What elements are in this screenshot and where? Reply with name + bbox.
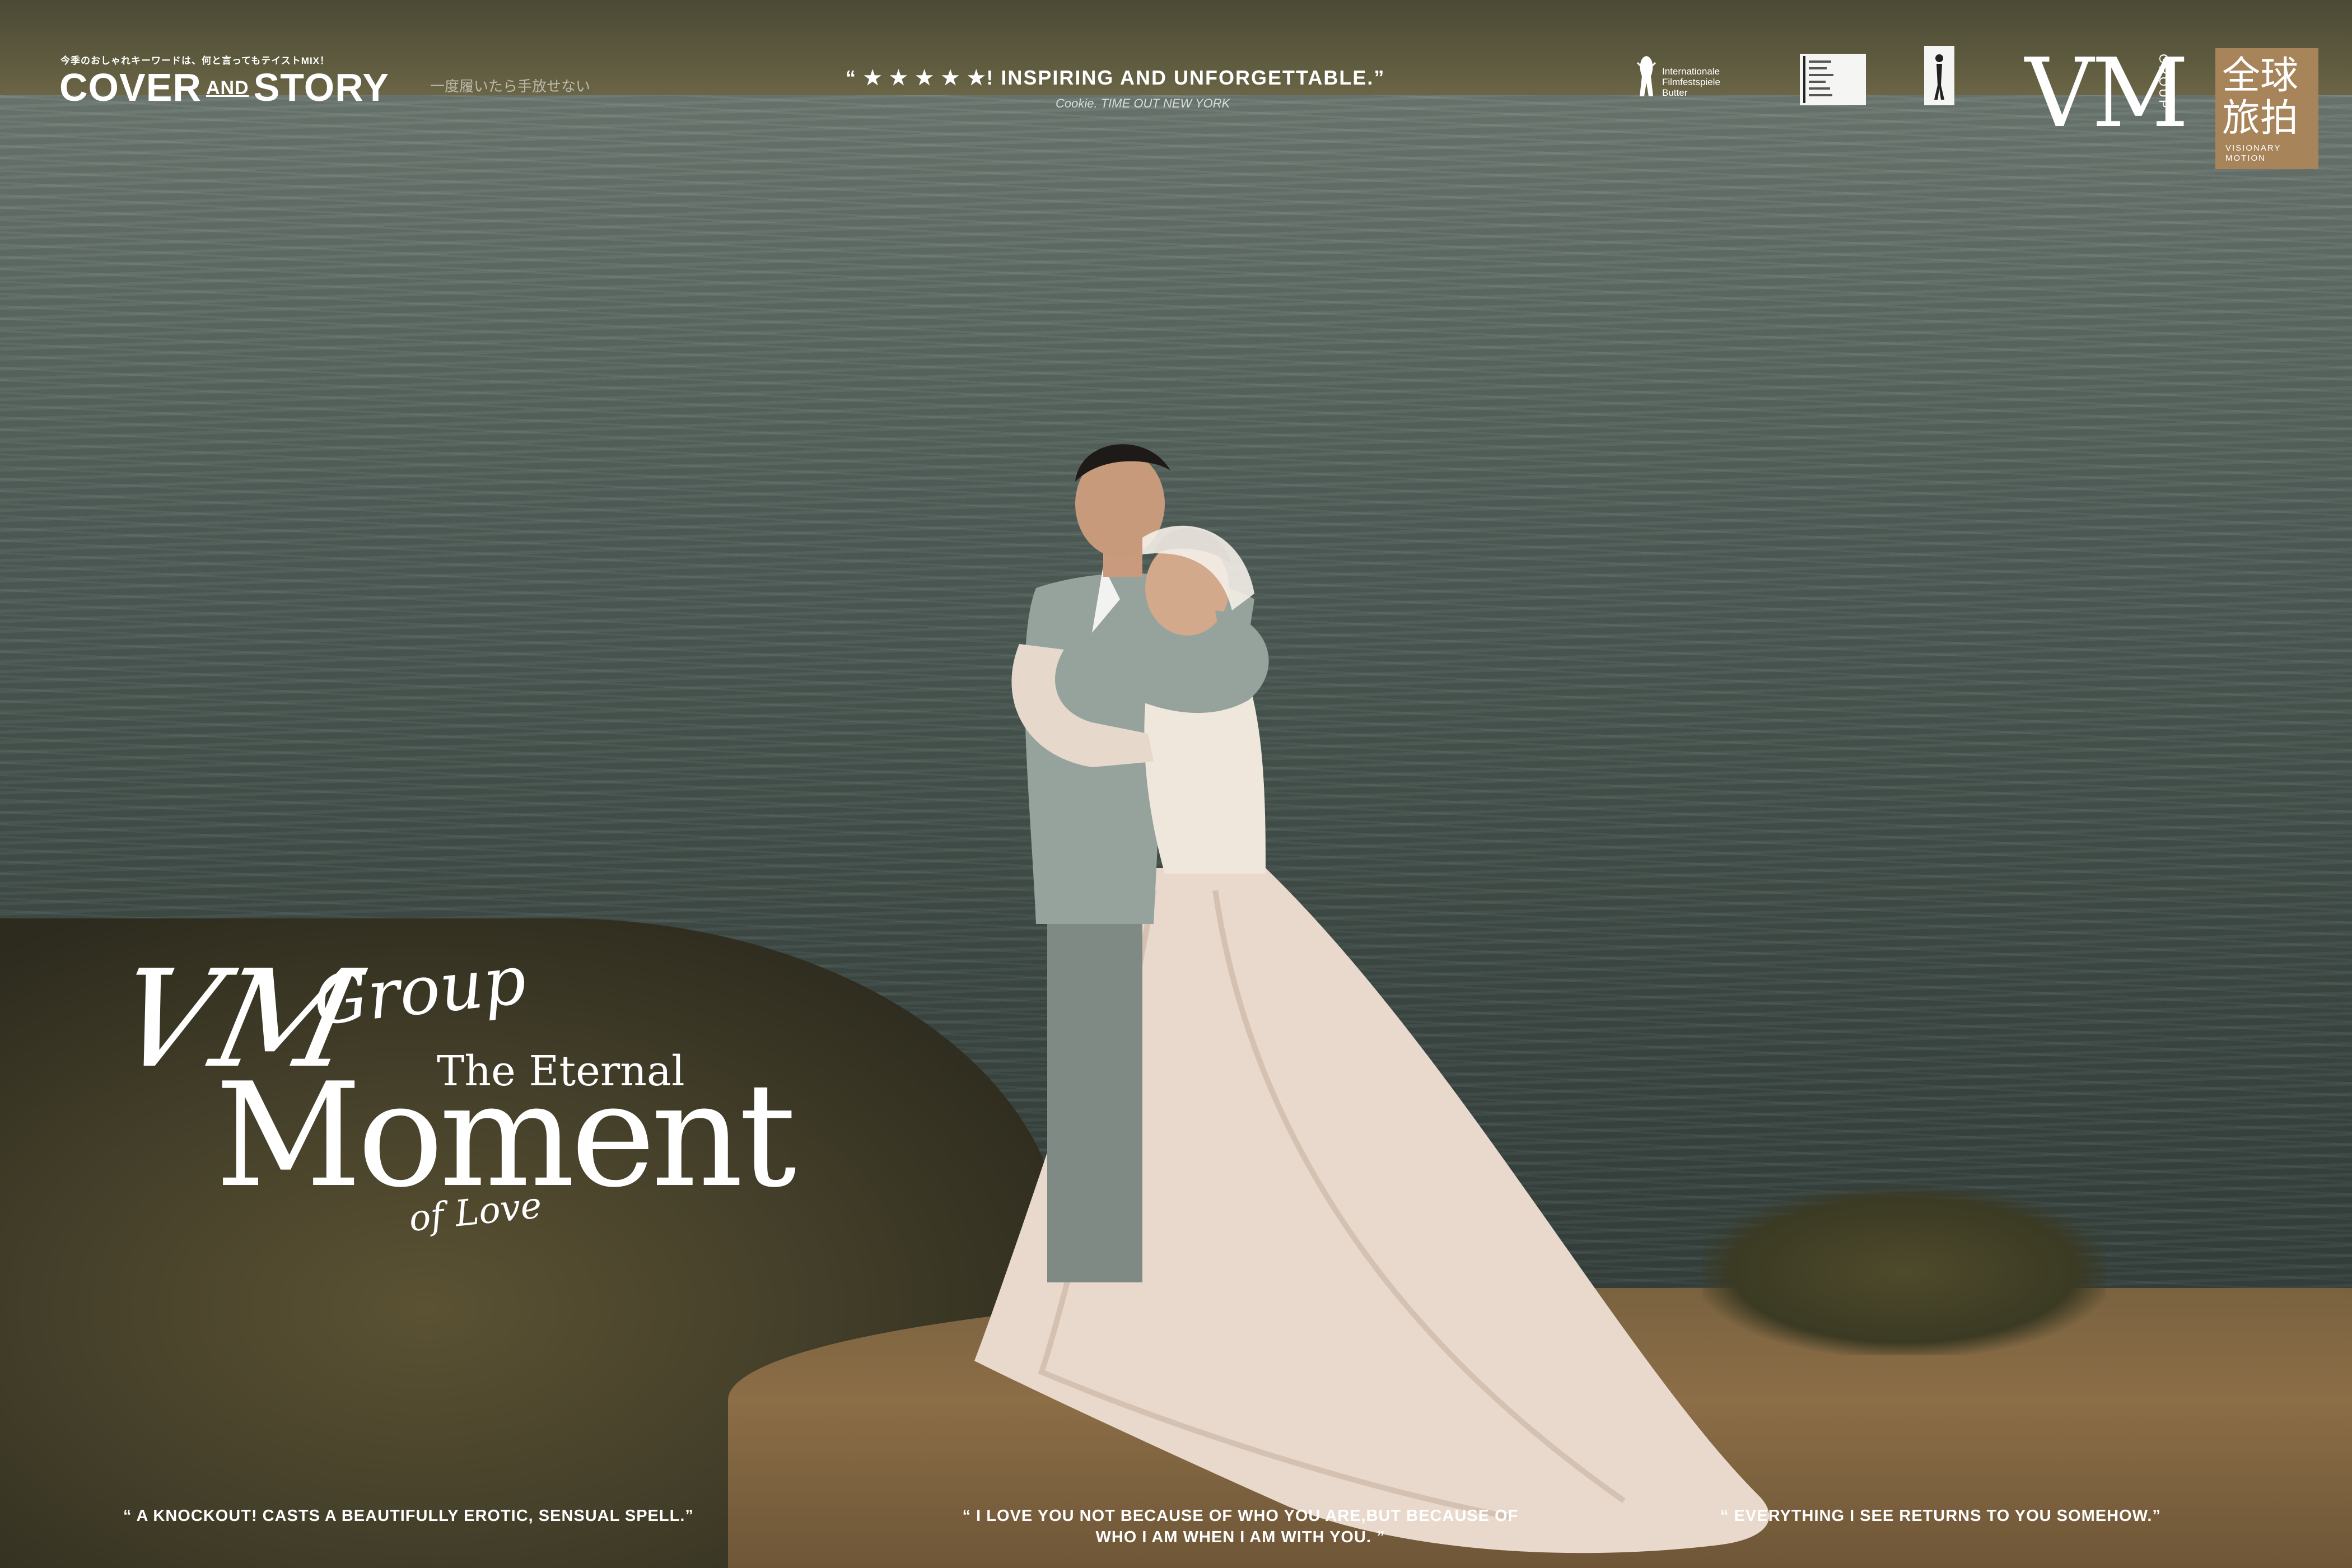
review-credit: Cookie. TIME OUT NEW YORK [1056,96,1230,110]
festival-line: Butter [1662,87,1688,98]
header-subtitle: 一度履いたら手放せない [430,78,591,95]
bottom-quote-center: “ I LOVE YOU NOT BECAUSE OF WHO YOU ARE,… [924,1505,1557,1548]
festival-line: Filmfestspiele [1662,77,1720,87]
vm-logo-box: 全球旅拍 VISIONARY MOTION [2215,48,2318,169]
brand-title: COVER AND STORY [59,65,389,110]
bottom-quote-center-line: WHO I AM WHEN I AM WITH YOU. ” [1095,1528,1385,1546]
poster: 今季のおしゃれキーワードは、何と言ってもテイストMIX！ COVER AND STO… [0,0,2352,1568]
vm-logo-english-line: VISIONARY [2225,143,2281,153]
bottom-quote-center-line: “ I LOVE YOU NOT BECAUSE OF WHO YOU ARE,… [962,1507,1519,1525]
title-moment: Moment [215,1052,796,1219]
vm-logo-group: GROUP [2157,54,2171,110]
festival-logo-text: Internationale Filmfestspiele Butter [1662,66,1752,98]
credit-lines-graphic [1809,60,1833,96]
vm-logo-chinese: 全球旅拍 [2222,54,2299,141]
review-quote: “ ★ ★ ★ ★ ★! INSPIRING AND UNFORGETTABLE… [846,66,1385,89]
groom-legs [1047,913,1142,1282]
vm-logo-english-line: MOTION [2225,153,2266,163]
figure-logo-icon [1924,46,1954,105]
brand-word-story: STORY [253,66,389,109]
film-credits-logo [1800,54,1866,105]
brand-word-cover: COVER [59,66,202,109]
brand-word-and: AND [206,77,249,99]
bear-logo-icon [1636,56,1656,96]
vm-logo-english: VISIONARY MOTION [2225,143,2281,164]
festival-line: Internationale [1662,66,1720,77]
bottom-quote-left: “ A KNOCKOUT! CASTS A BEAUTIFULLY EROTIC… [123,1507,694,1525]
embracing-couple [974,444,1770,1553]
bottom-quote-right: “ EVERYTHING I SEE RETURNS TO YOU SOMEHO… [1720,1507,2161,1525]
